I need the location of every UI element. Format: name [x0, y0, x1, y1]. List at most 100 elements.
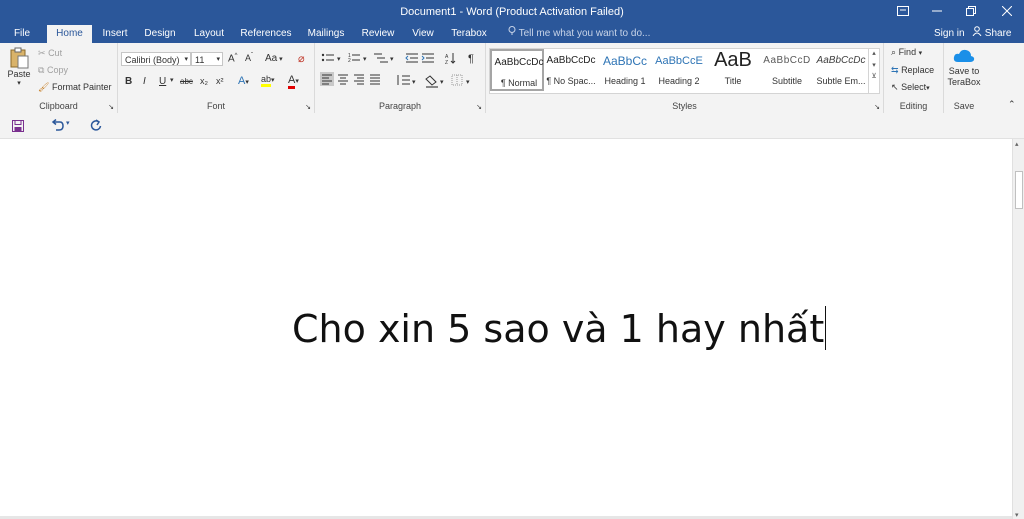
- style-name: Title: [724, 76, 742, 86]
- style-preview: AaB: [714, 49, 752, 71]
- select-button[interactable]: ↖ Select▾: [891, 82, 930, 93]
- font-name-value: Calibri (Body): [125, 55, 180, 65]
- style-name: ¶ Normal: [500, 78, 538, 88]
- chevron-up-icon[interactable]: ▴: [869, 49, 879, 57]
- font-color-icon[interactable]: A▾: [288, 74, 299, 89]
- shading-icon[interactable]: [425, 75, 438, 88]
- bold-button[interactable]: B: [125, 76, 132, 87]
- document-text[interactable]: Cho xin 5 sao và 1 hay nhất: [292, 306, 827, 351]
- style-subtitle[interactable]: AaBbCcD Subtitle: [760, 49, 814, 91]
- bullets-icon[interactable]: [321, 53, 334, 62]
- italic-button[interactable]: I: [143, 76, 146, 87]
- paste-button[interactable]: Paste ▾: [4, 47, 34, 87]
- style-preview: AaBbCcD: [763, 55, 811, 66]
- style-title[interactable]: AaB Title: [706, 49, 760, 91]
- tab-view[interactable]: View: [407, 25, 439, 43]
- cut-button[interactable]: ✂ Cut: [38, 48, 62, 59]
- sign-in-link[interactable]: Sign in: [934, 25, 965, 42]
- svg-text:▾: ▾: [337, 56, 341, 63]
- clipboard-group: Paste ▾ ✂ Cut ⧉ Copy 🖌 Format Painter Cl…: [0, 43, 118, 113]
- replace-button[interactable]: ⇆ Replace: [891, 65, 934, 76]
- collapse-ribbon-icon[interactable]: ⌃: [1008, 99, 1016, 110]
- tab-review[interactable]: Review: [358, 25, 398, 43]
- scrollbar-thumb[interactable]: [1015, 171, 1023, 209]
- scissors-icon: ✂: [38, 48, 46, 58]
- paragraph-group-label: Paragraph: [378, 101, 422, 111]
- chevron-down-icon[interactable]: ▾: [869, 61, 879, 69]
- restore-icon[interactable]: [954, 0, 988, 25]
- chevron-down-icon[interactable]: ▾: [66, 119, 70, 127]
- tab-references[interactable]: References: [238, 25, 294, 43]
- copy-button[interactable]: ⧉ Copy: [38, 65, 68, 76]
- text-effects-icon[interactable]: A▾: [238, 75, 249, 87]
- styles-scroll[interactable]: ▴ ▾ ⊻: [868, 48, 880, 94]
- save-icon[interactable]: [12, 119, 24, 137]
- svg-text:▾: ▾: [363, 56, 367, 63]
- more-icon[interactable]: ⊻: [869, 72, 879, 80]
- editing-group-label: Editing: [899, 101, 928, 111]
- subscript-button[interactable]: x₂: [200, 76, 208, 86]
- dialog-launcher-icon[interactable]: ↘: [476, 103, 482, 111]
- sort-icon[interactable]: AZ: [445, 53, 456, 66]
- font-name-select[interactable]: Calibri (Body) ▾: [121, 52, 191, 66]
- scroll-up-icon[interactable]: ▴: [1015, 140, 1019, 148]
- highlight-color-icon[interactable]: ab▾: [261, 74, 275, 87]
- format-painter-button[interactable]: 🖌 Format Painter: [38, 82, 111, 93]
- minimize-icon[interactable]: [920, 0, 954, 25]
- ribbon-display-options-icon[interactable]: [886, 0, 920, 25]
- align-center-icon[interactable]: [338, 74, 348, 85]
- change-case-button[interactable]: Aa ▾: [265, 53, 283, 64]
- clipboard-icon: [10, 47, 29, 69]
- numbering-icon[interactable]: 12: [348, 53, 360, 64]
- increase-indent-icon[interactable]: [421, 53, 434, 63]
- close-icon[interactable]: [990, 0, 1024, 25]
- undo-icon[interactable]: [50, 118, 64, 136]
- share-button[interactable]: Share: [972, 25, 1011, 42]
- dialog-launcher-icon[interactable]: ↘: [108, 103, 114, 111]
- cursor-icon: ↖: [891, 82, 899, 92]
- align-right-icon[interactable]: [354, 74, 364, 85]
- tab-design[interactable]: Design: [141, 25, 179, 43]
- copy-label: Copy: [46, 65, 68, 75]
- grow-font-icon[interactable]: A^: [228, 53, 238, 64]
- save-to-terabox-button[interactable]: Save to TeraBox: [944, 48, 984, 88]
- tell-me-box[interactable]: Tell me what you want to do...: [508, 25, 650, 43]
- style-preview: AaBbCcDc: [546, 55, 596, 66]
- replace-icon: ⇆: [891, 65, 899, 75]
- style-heading-1[interactable]: AaBbCc Heading 1: [598, 49, 652, 91]
- strikethrough-button[interactable]: abc: [180, 77, 193, 86]
- style-heading-2[interactable]: AaBbCcE Heading 2: [652, 49, 706, 91]
- document-area[interactable]: Cho xin 5 sao và 1 hay nhất: [0, 139, 1012, 519]
- decrease-indent-icon[interactable]: [405, 53, 418, 63]
- underline-button[interactable]: U: [159, 76, 166, 87]
- svg-text:2: 2: [348, 58, 351, 64]
- style-no-spacing[interactable]: AaBbCcDc ¶ No Spac...: [544, 49, 598, 91]
- tab-home[interactable]: Home: [47, 25, 92, 43]
- font-size-select[interactable]: 11 ▾: [191, 52, 223, 66]
- dialog-launcher-icon[interactable]: ↘: [305, 103, 311, 111]
- chevron-down-icon[interactable]: ▾: [170, 76, 174, 84]
- line-spacing-icon[interactable]: [397, 75, 410, 85]
- find-button[interactable]: ⌕ Find ▾: [891, 47, 922, 58]
- tab-insert[interactable]: Insert: [97, 25, 133, 43]
- svg-text:▾: ▾: [390, 56, 394, 63]
- chevron-down-icon: ▾: [184, 56, 188, 63]
- tab-terabox[interactable]: Terabox: [448, 25, 490, 43]
- superscript-button[interactable]: x²: [216, 76, 224, 86]
- tab-layout[interactable]: Layout: [189, 25, 229, 43]
- style-normal[interactable]: AaBbCcDc ¶ Normal: [490, 49, 544, 91]
- borders-icon[interactable]: [451, 74, 463, 86]
- style-subtle-emphasis[interactable]: AaBbCcDc Subtle Em...: [814, 49, 868, 91]
- dialog-launcher-icon[interactable]: ↘: [874, 103, 880, 111]
- justify-icon[interactable]: [370, 74, 380, 85]
- font-size-value: 11: [195, 55, 205, 65]
- tab-mailings[interactable]: Mailings: [303, 25, 349, 43]
- vertical-scrollbar[interactable]: ▴ ▾: [1012, 139, 1024, 519]
- scroll-down-icon[interactable]: ▾: [1015, 511, 1019, 519]
- shrink-font-icon[interactable]: Aˇ: [245, 53, 253, 63]
- show-hide-marks-icon[interactable]: ¶: [468, 53, 474, 65]
- redo-icon[interactable]: [90, 118, 102, 136]
- clear-formatting-icon[interactable]: ⌀: [298, 52, 305, 65]
- multilevel-list-icon[interactable]: [374, 53, 388, 63]
- tab-file[interactable]: File: [6, 25, 38, 43]
